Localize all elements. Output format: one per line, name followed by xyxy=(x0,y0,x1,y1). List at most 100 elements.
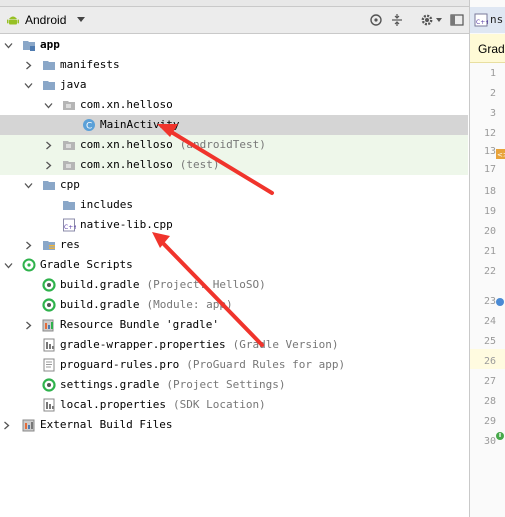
package-icon xyxy=(62,138,76,152)
collapse-arrow-icon[interactable] xyxy=(24,240,32,250)
tree-item-pkg-main[interactable]: com.xn.helloso xyxy=(0,95,468,115)
line-number: 20 xyxy=(483,226,496,237)
tree-item-label: app xyxy=(40,38,60,51)
tree-item-label: manifests xyxy=(60,58,120,71)
settings-button[interactable] xyxy=(420,11,442,29)
tree-item-label: proguard-rules.pro xyxy=(60,358,180,371)
collapse-all-button[interactable] xyxy=(390,11,404,29)
tree-item-pkg-test[interactable]: com.xn.helloso (test) xyxy=(0,155,468,175)
navigation-breadcrumb-bar xyxy=(0,0,470,7)
module-folder-icon xyxy=(22,38,36,52)
tree-item-text: native-lib.cpp xyxy=(80,218,173,232)
line-number: 13 xyxy=(483,146,496,157)
chevron-down-icon xyxy=(436,17,442,22)
tree-item-manifests[interactable]: manifests xyxy=(0,55,468,75)
expand-arrow-icon[interactable] xyxy=(24,80,33,89)
android-icon xyxy=(7,16,19,25)
gradle-icon xyxy=(22,258,36,272)
line-number: 30 xyxy=(483,436,496,447)
tree-item-text: includes xyxy=(80,198,133,212)
cpp-file-icon: C++ xyxy=(474,13,488,27)
tree-item-hint: (test) xyxy=(179,158,220,171)
tree-item-text: cpp xyxy=(60,178,80,192)
tree-item-label: settings.gradle xyxy=(60,378,160,391)
folder-icon xyxy=(42,58,56,72)
line-number: 23 xyxy=(483,296,496,307)
tree-item-settings-gradle[interactable]: settings.gradle (Project Settings) xyxy=(0,375,468,395)
tree-item-text: local.properties (SDK Location) xyxy=(60,398,266,412)
tree-item-build-gradle-module[interactable]: build.gradle (Module: app) xyxy=(0,295,468,315)
tree-item-text: build.gradle (Project: HelloSO) xyxy=(60,278,266,292)
tree-item-label: build.gradle xyxy=(60,298,140,311)
collapse-arrow-icon[interactable] xyxy=(2,420,10,430)
package-icon xyxy=(62,98,76,112)
editor-tab[interactable]: C++ ns xyxy=(470,7,505,33)
tree-item-main-activity[interactable]: C MainActivity xyxy=(0,115,468,135)
project-tree[interactable]: app manifests java com.xn.helloso C MainActiv… xyxy=(0,34,468,517)
expand-arrow-icon[interactable] xyxy=(4,260,13,269)
tree-item-local-properties[interactable]: local.properties (SDK Location) xyxy=(0,395,468,415)
editor-tab-label: ns xyxy=(490,13,504,26)
properties-file-icon xyxy=(42,338,56,352)
tree-item-cpp[interactable]: cpp xyxy=(0,175,468,195)
collapse-arrow-icon[interactable] xyxy=(24,60,32,70)
tree-item-text: com.xn.helloso xyxy=(80,98,173,112)
collapse-arrow-icon[interactable] xyxy=(24,320,32,330)
folder-icon xyxy=(62,198,76,212)
tree-item-label: com.xn.helloso xyxy=(80,98,173,111)
gradle-file-icon xyxy=(42,278,56,292)
svg-text:C++: C++ xyxy=(64,224,76,231)
scroll-from-source-button[interactable] xyxy=(369,11,383,29)
line-number: 22 xyxy=(483,266,496,277)
line-number: 25 xyxy=(483,336,496,347)
line-number: 27 xyxy=(483,376,496,387)
tree-item-app[interactable]: app xyxy=(0,35,468,55)
tree-item-label: MainActivity xyxy=(100,118,180,131)
line-number: 18 xyxy=(483,186,496,197)
svg-text:<>: <> xyxy=(497,151,505,159)
tree-item-gradle-wrapper[interactable]: gradle-wrapper.properties (Gradle Version… xyxy=(0,335,468,355)
tree-item-text: com.xn.helloso (test) xyxy=(80,158,219,172)
expand-arrow-icon[interactable] xyxy=(44,100,53,109)
tree-item-label: External Build Files xyxy=(40,418,173,431)
tree-item-gradle-scripts[interactable]: Gradle Scripts xyxy=(0,255,468,275)
collapse-all-icon xyxy=(392,14,402,26)
properties-file-icon xyxy=(42,398,56,412)
tree-item-pkg-android-test[interactable]: com.xn.helloso (androidTest) xyxy=(0,135,468,155)
tree-item-build-gradle-project[interactable]: build.gradle (Project: HelloSO) xyxy=(0,275,468,295)
tree-item-label: local.properties xyxy=(60,398,166,411)
tree-item-text: External Build Files xyxy=(40,418,172,432)
line-number: 28 xyxy=(483,396,496,407)
tree-item-text: proguard-rules.pro (ProGuard Rules for ap… xyxy=(60,358,345,372)
crosshair-icon xyxy=(370,14,382,26)
tree-item-java[interactable]: java xyxy=(0,75,468,95)
tree-item-hint: (ProGuard Rules for app) xyxy=(186,358,346,371)
expand-arrow-icon[interactable] xyxy=(4,40,13,49)
tree-item-label: java xyxy=(60,78,87,91)
hide-panel-button[interactable] xyxy=(450,11,464,29)
expand-arrow-icon[interactable] xyxy=(24,180,33,189)
tree-item-proguard[interactable]: proguard-rules.pro (ProGuard Rules for ap… xyxy=(0,355,468,375)
tree-item-label: res xyxy=(60,238,80,251)
gear-icon xyxy=(421,14,433,26)
collapse-arrow-icon[interactable] xyxy=(44,140,52,150)
tree-item-hint: (androidTest) xyxy=(179,138,266,151)
tree-item-label: Gradle Scripts xyxy=(40,258,133,271)
project-view-selector[interactable]: Android xyxy=(6,11,86,29)
collapse-arrow-icon[interactable] xyxy=(44,160,52,170)
tree-item-external-build[interactable]: External Build Files xyxy=(0,415,468,435)
gradle-file-icon xyxy=(42,298,56,312)
external-build-icon xyxy=(22,418,36,432)
tree-item-includes[interactable]: includes xyxy=(0,195,468,215)
tree-item-resource-bundle[interactable]: Resource Bundle 'gradle' xyxy=(0,315,468,335)
tree-item-native-lib[interactable]: C++ native-lib.cpp xyxy=(0,215,468,235)
tree-item-text: manifests xyxy=(60,58,120,72)
line-number: 17 xyxy=(483,164,496,175)
tree-item-text: Resource Bundle 'gradle' xyxy=(60,318,219,332)
cpp-file-icon: C++ xyxy=(62,218,78,232)
tree-item-label: gradle-wrapper.properties xyxy=(60,338,226,351)
tree-item-text: app xyxy=(40,38,60,52)
line-number: 12 xyxy=(483,128,496,139)
res-folder-icon xyxy=(42,238,56,252)
tree-item-res[interactable]: res xyxy=(0,235,468,255)
